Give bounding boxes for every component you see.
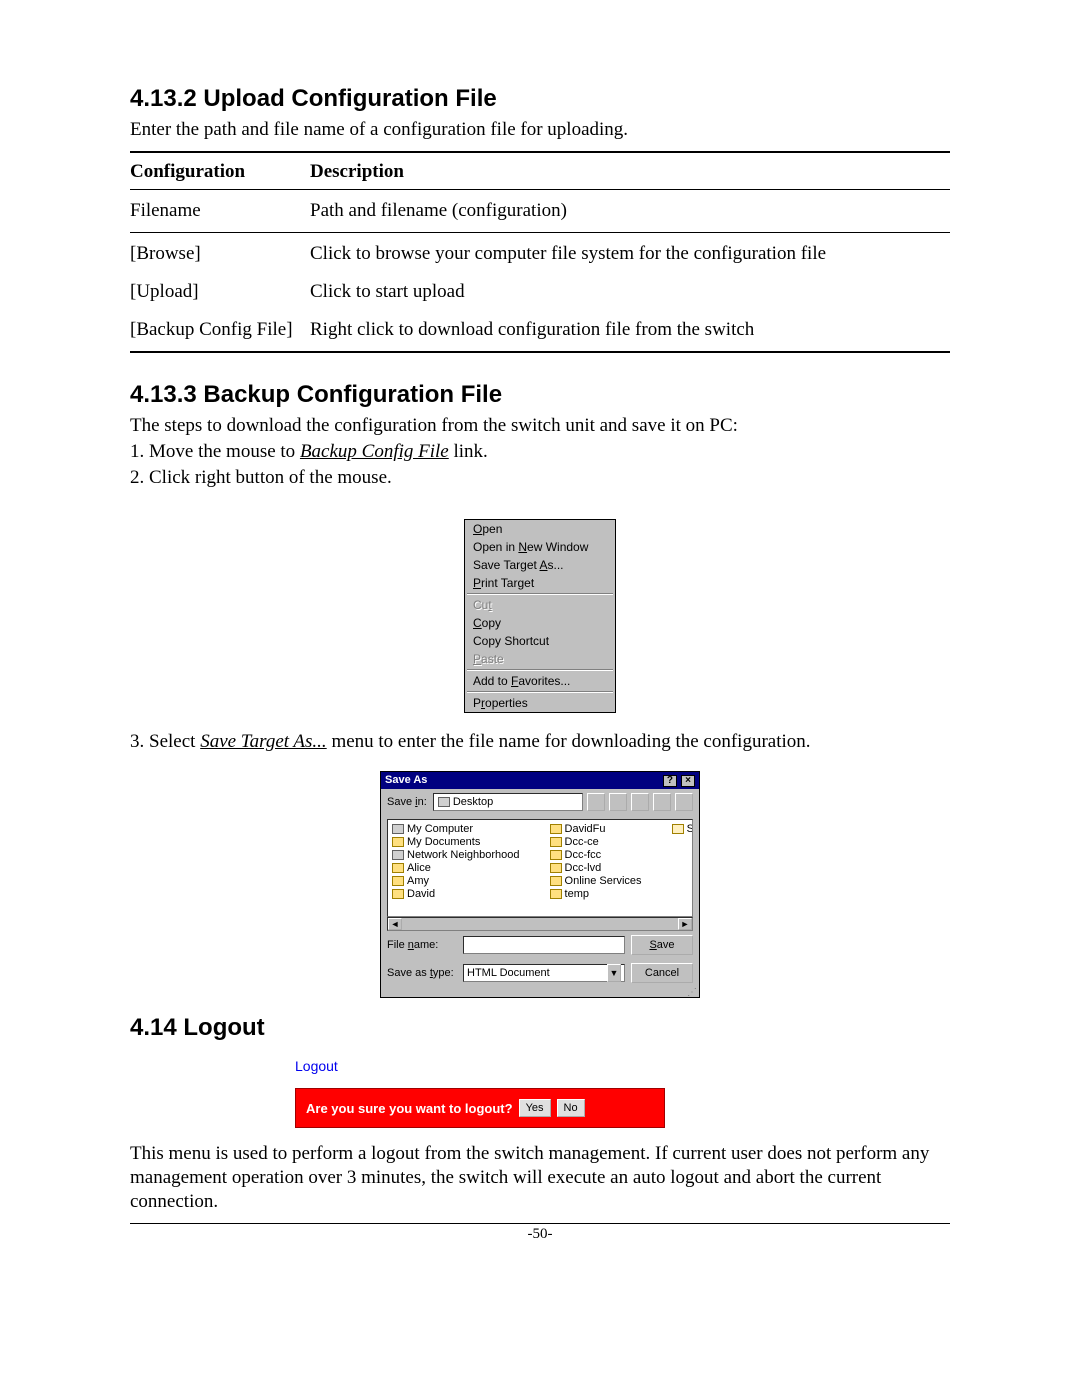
step2: 2. Click right button of the mouse. [130,467,950,489]
menu-open-new[interactable]: Open in New Window [465,538,615,556]
menu-add-fav[interactable]: Add to Favorites... [465,672,615,690]
resize-grip-icon[interactable]: ⋰ [381,987,699,997]
step3-prefix: 3. Select [130,731,200,752]
menu-paste: Paste [465,650,615,668]
th-configuration: Configuration [130,152,310,190]
folder-icon [392,837,404,847]
file-list[interactable]: My Computer My Documents Network Neighbo… [387,819,693,917]
heading-logout: 4.14 Logout [130,1014,950,1042]
th-description: Description [310,152,950,190]
backup-intro: The steps to download the configuration … [130,415,950,437]
folder-icon [550,889,562,899]
desktop-btn-icon[interactable] [609,793,627,811]
logout-confirm-panel: Are you sure you want to logout? Yes No [295,1088,665,1128]
save-target-as-link[interactable]: Save Target As... [200,731,327,752]
list-item[interactable]: David [392,888,520,900]
step1-suffix: link. [449,441,488,462]
savein-label: Save in: [387,796,427,808]
folder-icon [392,889,404,899]
context-menu: Open Open in New Window Save Target As..… [464,519,616,713]
cell-upload: [Upload] [130,271,310,309]
savein-dropdown[interactable]: Desktop [433,793,583,811]
new-folder-icon[interactable] [631,793,649,811]
list-item[interactable]: Alice [392,862,520,874]
heading-backup-config: 4.13.3 Backup Configuration File [130,381,950,409]
menu-properties[interactable]: Properties [465,694,615,712]
menu-open-rest: pen [482,522,502,536]
cell-browse: [Browse] [130,233,310,272]
filename-input[interactable] [463,936,625,954]
savetype-dropdown[interactable]: HTML Document▼ [463,964,625,982]
logout-link[interactable]: Logout [295,1058,950,1074]
cancel-button[interactable]: Cancel [631,963,693,983]
menu-open[interactable]: Open [465,520,615,538]
list-item[interactable]: Network Neighborhood [392,849,520,861]
menu-copy-shortcut[interactable]: Copy Shortcut [465,632,615,650]
cell-filename-desc: Path and filename (configuration) [310,190,950,233]
folder-icon [550,876,562,886]
save-button[interactable]: Save [631,935,693,955]
filename-label: File name: [387,939,457,951]
menu-cut: Cut [465,596,615,614]
list-item[interactable]: Online Services [550,875,642,887]
step3-suffix: menu to enter the file name for download… [327,731,811,752]
logout-no-button[interactable]: No [557,1099,585,1117]
computer-icon [392,824,404,834]
list-item[interactable]: Dcc-lvd [550,862,642,874]
cell-upload-desc: Click to start upload [310,271,950,309]
saveas-title: Save As [385,774,427,787]
horizontal-scrollbar[interactable]: ◄ ► [387,917,693,931]
close-icon[interactable]: × [681,775,695,787]
backup-config-file-link[interactable]: Backup Config File [300,441,449,462]
list-item[interactable]: Shortcut to My D [672,823,693,835]
folder-icon [550,837,562,847]
menu-print-target[interactable]: Print Target [465,574,615,592]
network-icon [392,850,404,860]
list-item[interactable]: DavidFu [550,823,642,835]
folder-icon [550,863,562,873]
savetype-label: Save as type: [387,967,457,979]
chevron-down-icon[interactable]: ▼ [607,964,621,982]
folder-icon [392,876,404,886]
cell-browse-desc: Click to browse your computer file syste… [310,233,950,272]
list-item[interactable]: Dcc-fcc [550,849,642,861]
logout-prompt: Are you sure you want to logout? [306,1101,513,1116]
list-item[interactable]: Dcc-ce [550,836,642,848]
step1-prefix: 1. Move the mouse to [130,441,300,462]
cell-filename: Filename [130,190,310,233]
page-number: -50- [130,1226,950,1243]
step3: 3. Select Save Target As... menu to ente… [130,731,950,753]
intro-upload: Enter the path and file name of a config… [130,119,950,141]
list-item[interactable]: My Documents [392,836,520,848]
folder-icon [550,850,562,860]
heading-upload-config: 4.13.2 Upload Configuration File [130,85,950,113]
save-as-dialog: Save As ? × Save in: Desktop My C [380,771,700,998]
menu-copy[interactable]: Copy [465,614,615,632]
help-icon[interactable]: ? [663,775,677,787]
folder-icon [550,824,562,834]
saveas-titlebar: Save As ? × [381,772,699,789]
step1: 1. Move the mouse to Backup Config File … [130,441,950,463]
cell-backup-desc: Right click to download configuration fi… [310,309,950,352]
logout-outro: This menu is used to perform a logout fr… [130,1142,950,1213]
config-table: Configuration Description Filename Path … [130,151,950,353]
savein-value: Desktop [453,796,493,808]
desktop-icon [438,797,450,807]
list-item[interactable]: My Computer [392,823,520,835]
details-view-icon[interactable] [675,793,693,811]
up-folder-icon[interactable] [587,793,605,811]
list-item[interactable]: Amy [392,875,520,887]
list-item[interactable]: temp [550,888,642,900]
scroll-right-icon[interactable]: ► [678,918,692,930]
menu-save-target[interactable]: Save Target As... [465,556,615,574]
folder-icon [392,863,404,873]
logout-yes-button[interactable]: Yes [519,1099,551,1117]
scroll-left-icon[interactable]: ◄ [388,918,402,930]
shortcut-icon [672,824,684,834]
list-view-icon[interactable] [653,793,671,811]
cell-backup: [Backup Config File] [130,309,310,352]
